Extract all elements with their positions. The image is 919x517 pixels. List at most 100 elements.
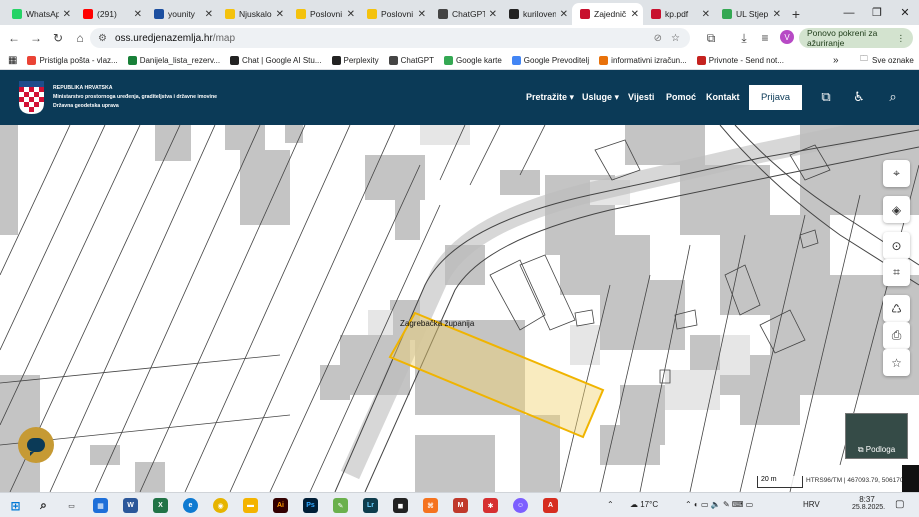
bookmark-item[interactable]: ChatGPT xyxy=(388,55,434,65)
app-icon-5[interactable]: ✱ xyxy=(483,498,498,513)
minimize-button[interactable]: — xyxy=(834,0,864,25)
location-pin-icon[interactable]: ⌖ xyxy=(883,160,910,187)
nav-vijesti[interactable]: Vijesti xyxy=(628,92,654,102)
new-tab-button[interactable]: + xyxy=(785,3,807,25)
bookmark-label: Pristigla pošta - vlaz... xyxy=(39,55,118,65)
nav-usluge[interactable]: Usluge ▾ xyxy=(582,92,619,103)
print-icon[interactable]: ⎙ xyxy=(883,322,910,349)
tab-close-icon[interactable]: ✕ xyxy=(631,9,639,20)
app-icon-2[interactable]: ◼ xyxy=(393,498,408,513)
weather-widget[interactable]: ☁ 17°C xyxy=(630,500,658,509)
download-icon[interactable]: ⤓ xyxy=(733,27,755,49)
media-icon[interactable]: ≡ xyxy=(754,27,776,49)
tab-title: UL Stjep xyxy=(736,9,769,19)
tab-close-icon[interactable]: ✕ xyxy=(560,9,568,20)
zoom-locate-icon[interactable]: ⊙ xyxy=(883,232,910,259)
word-icon[interactable]: W xyxy=(123,498,138,513)
taskbar-search-icon[interactable]: ⌕ xyxy=(36,498,51,513)
star-icon[interactable]: ☆ xyxy=(883,349,910,376)
address-bar[interactable]: ⚙ oss.uredjenazemlja.hr/map ☆ ⊘ xyxy=(90,28,690,48)
bookmark-star-icon[interactable]: ☆ xyxy=(671,33,680,44)
bookmark-item[interactable]: Google Prevoditelj xyxy=(511,55,589,65)
map-canvas[interactable] xyxy=(0,125,919,492)
ruler-icon[interactable]: ⌗ xyxy=(883,259,910,286)
search-icon[interactable]: ⌕ xyxy=(884,88,902,106)
other-bookmarks-folder[interactable]: 🗀 Sve oznake xyxy=(860,53,914,67)
photoshop-icon[interactable]: Ps xyxy=(303,498,318,513)
browser-tab[interactable]: ChatGPT ✕ xyxy=(430,3,501,25)
chrome-icon[interactable]: ◉ xyxy=(213,498,228,513)
maximize-button[interactable]: ❐ xyxy=(862,0,892,25)
translate-icon[interactable]: ⊘ xyxy=(654,33,662,44)
browser-tab[interactable]: kuriloven ✕ xyxy=(501,3,572,25)
edge-icon[interactable]: e xyxy=(183,498,198,513)
bookmark-item[interactable]: Google karte xyxy=(443,55,502,65)
language-indicator[interactable]: HRV xyxy=(803,500,820,509)
tab-close-icon[interactable]: ✕ xyxy=(702,9,710,20)
browser-tab[interactable]: younity ✕ xyxy=(146,3,217,25)
app-icon-1[interactable]: ✎ xyxy=(333,498,348,513)
notifications-icon[interactable]: ▢ xyxy=(895,499,904,510)
extensions-icon[interactable]: ⧉ xyxy=(700,27,722,49)
calculator-icon[interactable]: ▦ xyxy=(93,498,108,513)
layers-icon[interactable]: ◈ xyxy=(883,196,910,223)
forward-icon[interactable]: → xyxy=(25,27,47,49)
bookmark-item[interactable]: Danijela_lista_rezerv... xyxy=(127,55,220,65)
browser-tab[interactable]: Poslovni ✕ xyxy=(288,3,359,25)
excel-icon[interactable]: X xyxy=(153,498,168,513)
login-button[interactable]: Prijava xyxy=(749,85,802,110)
tab-close-icon[interactable]: ✕ xyxy=(205,9,213,20)
app-icon-4[interactable]: M xyxy=(453,498,468,513)
bookmarks-overflow[interactable]: » xyxy=(833,55,839,66)
browser-tab[interactable]: WhatsAp ✕ xyxy=(4,3,75,25)
profile-avatar[interactable]: V xyxy=(780,30,794,44)
nav-pretrazite[interactable]: Pretražite ▾ xyxy=(526,92,574,103)
cadastral-map[interactable]: Zagrebačka županija ⌖ ◈ ⊙ ⌗ ♺ ⎙ ☆ ⧉ Podl… xyxy=(0,125,919,492)
language-icon[interactable]: ⧉ xyxy=(817,88,835,106)
acrobat-icon[interactable]: A xyxy=(543,498,558,513)
nav-pomoc[interactable]: Pomoć xyxy=(666,92,696,102)
apps-grid-icon[interactable]: ▦ xyxy=(8,55,17,66)
tab-close-icon[interactable]: ✕ xyxy=(347,9,355,20)
start-icon[interactable]: ⊞ xyxy=(8,498,23,513)
bookmark-item[interactable]: Chat | Google AI Stu... xyxy=(230,55,322,65)
update-button[interactable]: Ponovo pokreni za ažuriranje ⋮ xyxy=(799,28,913,48)
tab-favicon-icon xyxy=(12,9,22,19)
close-window-button[interactable]: ✕ xyxy=(890,0,919,25)
lightroom-icon[interactable]: Lr xyxy=(363,498,378,513)
tab-close-icon[interactable]: ✕ xyxy=(418,9,426,20)
tab-close-icon[interactable]: ✕ xyxy=(489,9,497,20)
illustrator-icon[interactable]: Ai xyxy=(273,498,288,513)
nav-kontakt[interactable]: Kontakt xyxy=(706,92,740,102)
site-info-icon[interactable]: ⚙ xyxy=(98,33,107,44)
browser-tab[interactable]: (291) ✕ xyxy=(75,3,146,25)
bookmark-item[interactable]: Pristigla pošta - vlaz... xyxy=(27,55,118,65)
bookmark-item[interactable]: Perplexity xyxy=(331,55,379,65)
app-icon-3[interactable]: ⌘ xyxy=(423,498,438,513)
home-icon[interactable]: ⌂ xyxy=(69,27,91,49)
reload-icon[interactable]: ↻ xyxy=(47,27,69,49)
recycle-icon[interactable]: ♺ xyxy=(883,295,910,322)
browser-tab[interactable]: UL Stjep ✕ xyxy=(714,3,785,25)
bookmark-item[interactable]: informativni izračun... xyxy=(599,55,687,65)
accessibility-icon[interactable]: ♿ xyxy=(850,88,868,106)
tab-close-icon[interactable]: ✕ xyxy=(773,9,781,20)
croatian-coat-of-arms-logo[interactable] xyxy=(19,81,44,114)
tray-icons[interactable]: ⌃ ◐ ▭ 🔈 ✎ ⌨ ▭ xyxy=(685,500,753,509)
chat-button[interactable] xyxy=(18,427,54,463)
tab-close-icon[interactable]: ✕ xyxy=(134,9,142,20)
browser-tab[interactable]: kp.pdf ✕ xyxy=(643,3,714,25)
tray-overflow-icon[interactable]: ⌃ xyxy=(607,500,614,509)
file-explorer-icon[interactable]: ▬ xyxy=(243,498,258,513)
tab-close-icon[interactable]: ✕ xyxy=(276,9,284,20)
browser-tab[interactable]: Zajednič ✕ xyxy=(572,3,643,25)
back-icon[interactable]: ← xyxy=(3,27,25,49)
clock[interactable]: 8:37 25.8.2025. xyxy=(852,495,885,511)
tab-close-icon[interactable]: ✕ xyxy=(63,9,71,20)
basemap-switcher[interactable]: ⧉ Podloga xyxy=(845,413,908,459)
browser-tab[interactable]: Poslovni ✕ xyxy=(359,3,430,25)
task-view-icon[interactable]: ▭ xyxy=(64,498,79,513)
bookmark-item[interactable]: Privnote - Send not... xyxy=(696,55,784,65)
browser-tab[interactable]: Njuskalo ✕ xyxy=(217,3,288,25)
app-icon-6[interactable]: ☺ xyxy=(513,498,528,513)
